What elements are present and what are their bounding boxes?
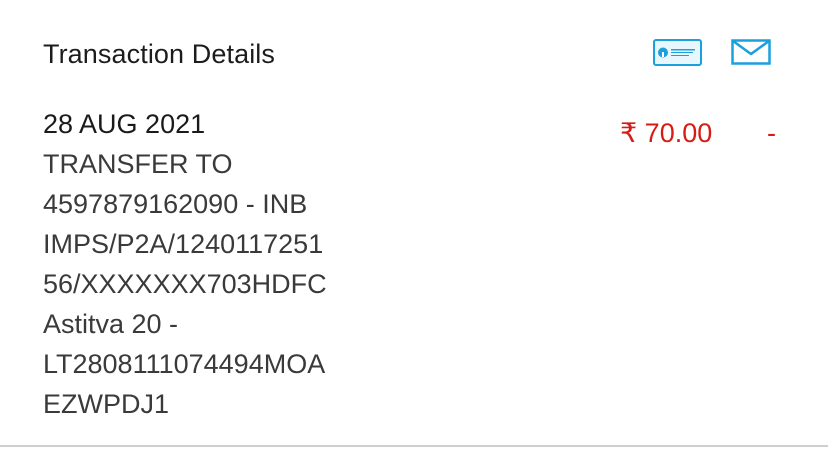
description-line: 4597879162090 - INB [43,189,308,219]
transaction-description: TRANSFER TO 4597879162090 - INB IMPS/P2A… [43,144,373,424]
page-title: Transaction Details [43,39,275,69]
description-line: Astitva 20 - [43,309,179,339]
transaction-amount: ₹ 70.00 [620,118,713,148]
mail-icon [731,39,771,65]
transaction-date: 28 AUG 2021 [43,109,206,139]
transaction-details-screen: Transaction Details 28 AUG 2021 TRANSFER… [0,0,828,461]
description-line: IMPS/P2A/1240117251 [43,229,324,259]
description-line: 56/XXXXXXX703HDFC [43,269,327,299]
passbook-icon [653,39,702,66]
email-button[interactable] [731,39,771,65]
debit-indicator: - [767,118,776,148]
description-line: LT2808111074494MOA [43,349,326,379]
divider [0,445,828,447]
description-line: TRANSFER TO [43,149,233,179]
passbook-button[interactable] [653,39,702,66]
description-line: EZWPDJ1 [43,389,170,419]
